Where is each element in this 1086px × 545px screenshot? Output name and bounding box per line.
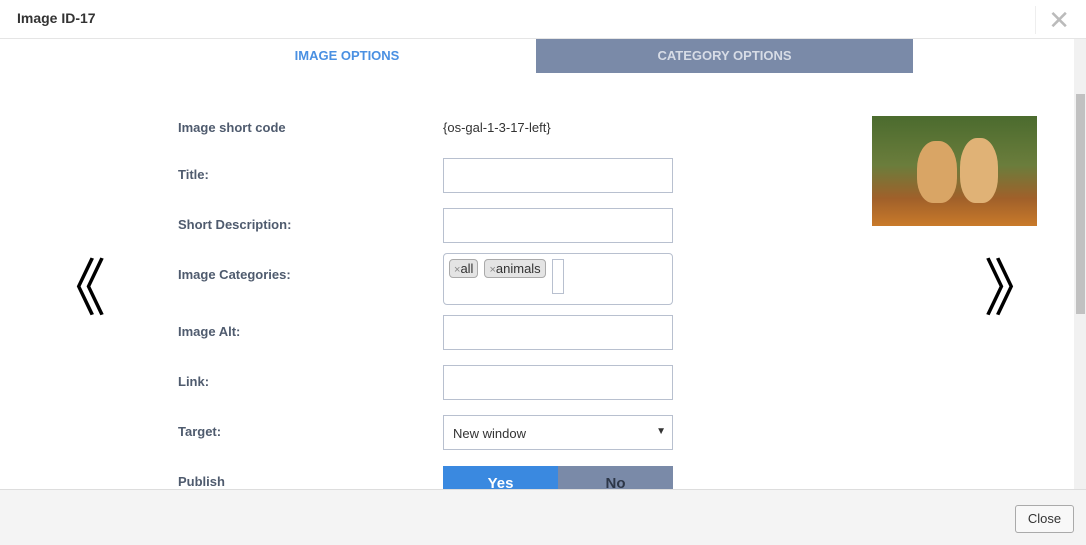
publish-label: Publish <box>178 474 225 489</box>
image-categories-label: Image Categories: <box>178 267 291 282</box>
category-chip: ×animals <box>484 259 546 278</box>
publish-no-button[interactable]: No <box>558 466 673 489</box>
short-description-label: Short Description: <box>178 217 292 232</box>
scrollbar[interactable] <box>1074 39 1086 489</box>
dropdown-arrow-icon: ▼ <box>656 426 666 437</box>
close-button[interactable]: Close <box>1015 505 1074 533</box>
title-input[interactable] <box>443 158 673 193</box>
tab-category-options[interactable]: CATEGORY OPTIONS <box>536 39 913 73</box>
link-label: Link: <box>178 374 210 389</box>
close-icon[interactable]: ✕ <box>1035 6 1070 34</box>
image-alt-label: Image Alt: <box>178 324 241 339</box>
target-select[interactable]: New window ▼ <box>443 415 673 450</box>
short-code-label: Image short code <box>178 120 286 135</box>
publish-yes-button[interactable]: Yes <box>443 466 558 489</box>
short-code-value: {os-gal-1-3-17-left} <box>443 120 551 135</box>
modal-header: Image ID-17 ✕ <box>0 0 1086 39</box>
next-image-icon[interactable]: 》 <box>984 259 1046 321</box>
modal-body: IMAGE OPTIONS CATEGORY OPTIONS 《 》 Image… <box>0 39 1086 489</box>
image-alt-input[interactable] <box>443 315 673 350</box>
title-label: Title: <box>178 167 209 182</box>
categories-multiselect[interactable]: ×all ×animals <box>443 253 673 305</box>
link-input[interactable] <box>443 365 673 400</box>
image-thumbnail <box>872 116 1037 226</box>
modal-title: Image ID-17 <box>17 10 96 26</box>
short-description-input[interactable] <box>443 208 673 243</box>
category-chip: ×all <box>449 259 479 278</box>
previous-image-icon[interactable]: 《 <box>44 259 106 321</box>
tab-image-options[interactable]: IMAGE OPTIONS <box>158 39 536 73</box>
modal-footer: Close <box>0 489 1086 545</box>
target-label: Target: <box>178 424 222 439</box>
category-search-input[interactable] <box>551 259 564 294</box>
scrollbar-thumb[interactable] <box>1076 94 1085 314</box>
